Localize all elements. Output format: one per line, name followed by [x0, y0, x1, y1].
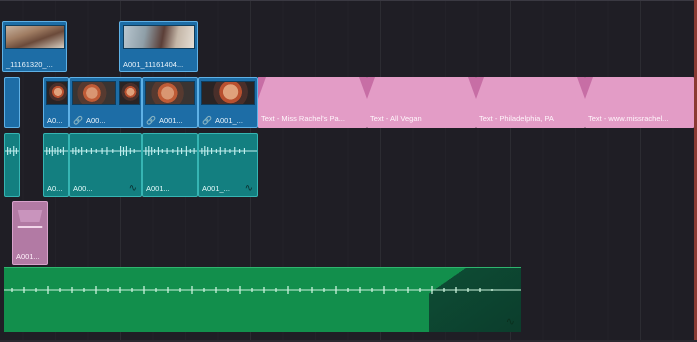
audio-waveform: [5, 146, 19, 156]
fade-handle: [585, 77, 593, 99]
video-clip[interactable]: 🔗 A001_...: [198, 77, 258, 128]
volume-curve-icon: ∿: [128, 183, 137, 194]
clip-label: 🔗 A001...: [146, 116, 183, 125]
audio-waveform: [44, 146, 68, 156]
clip-thumbnail: [123, 25, 195, 49]
clip-label: 🔗 A00...: [73, 116, 106, 125]
video-clip[interactable]: A0...: [43, 77, 69, 128]
music-clip[interactable]: ∿: [4, 267, 521, 332]
audio-waveform: [4, 286, 521, 294]
clip-thumbnail: [5, 25, 65, 49]
clip-label: A0...: [47, 116, 63, 125]
clip-label: A00...: [73, 184, 93, 193]
title-clip[interactable]: Text - Miss Rachel's Pa...: [258, 77, 367, 128]
clip-label: A001...: [146, 184, 170, 193]
link-icon: 🔗: [73, 116, 83, 125]
clip-label: Text - Philadelphia, PA: [479, 114, 554, 123]
clip-thumbnail: [145, 81, 195, 105]
clip-label: A0...: [47, 184, 63, 193]
clip-label: A001_...: [202, 184, 230, 193]
audio-waveform: [70, 146, 141, 156]
fade-handle: [476, 77, 484, 99]
video-clip[interactable]: A001_11161404...: [119, 21, 198, 72]
clip-label: A001...: [16, 252, 40, 261]
fade-handle: [367, 77, 375, 99]
volume-curve-icon: ∿: [505, 316, 515, 328]
fade-handle: [468, 77, 476, 99]
video-clip[interactable]: 🔗 A00...: [69, 77, 142, 128]
link-icon: 🔗: [146, 116, 156, 125]
audio-clip[interactable]: A001...: [12, 201, 48, 265]
audio-waveform: [143, 146, 197, 156]
clip-thumbnail: [201, 81, 255, 105]
volume-curve-icon: ∿: [244, 183, 253, 194]
clip-thumbnail: [46, 81, 68, 105]
audio-clip[interactable]: A001_... ∿: [198, 133, 258, 197]
video-clip[interactable]: 🔗 A001...: [142, 77, 198, 128]
clip-thumbnail: [119, 81, 140, 105]
title-clip[interactable]: Text - Philadelphia, PA: [476, 77, 585, 128]
fade-handle: [258, 77, 266, 99]
timeline-area[interactable]: _11161320_... A001_11161404... A0... 🔗 A0…: [0, 0, 697, 342]
clip-label: Text - Miss Rachel's Pa...: [261, 114, 345, 123]
clip-label: 🔗 A001_...: [202, 116, 243, 125]
audio-clip[interactable]: A00... ∿: [69, 133, 142, 197]
audio-clip[interactable]: A001...: [142, 133, 198, 197]
clip-label: A001_11161404...: [123, 60, 184, 69]
clip-label: Text - All Vegan: [370, 114, 422, 123]
audio-clip[interactable]: A0...: [43, 133, 69, 197]
clip-thumbnail: [72, 81, 116, 105]
fade-handle: [359, 77, 367, 99]
audio-waveform: [13, 210, 47, 228]
clip-label: _11161320_...: [6, 60, 53, 69]
title-clip[interactable]: Text - All Vegan: [367, 77, 476, 128]
link-icon: 🔗: [202, 116, 212, 125]
fade-handle: [577, 77, 585, 99]
timeline-top-border: [0, 0, 697, 1]
video-clip[interactable]: _11161320_...: [2, 21, 67, 72]
video-clip-edge[interactable]: [4, 77, 20, 128]
title-clip[interactable]: Text - www.missrachel...: [585, 77, 694, 128]
audio-waveform: [199, 146, 257, 156]
clip-label: Text - www.missrachel...: [588, 114, 669, 123]
audio-clip-edge[interactable]: [4, 133, 20, 197]
